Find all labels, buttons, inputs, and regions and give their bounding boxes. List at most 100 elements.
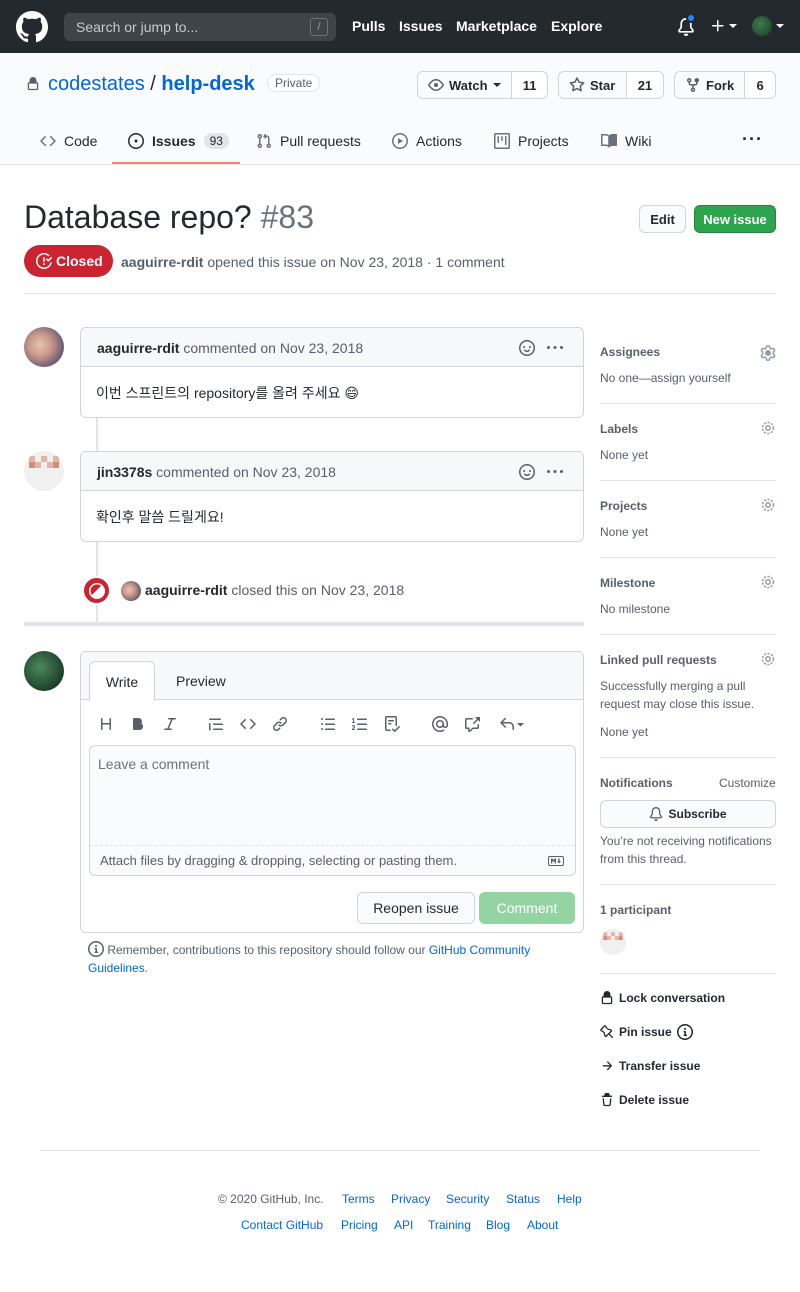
- issue-title-text: Database repo?: [24, 199, 252, 235]
- smiley-icon[interactable]: [519, 464, 535, 480]
- comment-submit-button[interactable]: Comment: [479, 892, 575, 924]
- footer-link-about[interactable]: About: [527, 1218, 558, 1232]
- reply-icon[interactable]: [497, 714, 527, 734]
- issue-author-link[interactable]: aaguirre-rdit: [121, 254, 203, 270]
- tasklist-icon[interactable]: [381, 714, 403, 734]
- tab-label: Pull requests: [280, 133, 361, 149]
- reopen-issue-button[interactable]: Reopen issue: [357, 892, 475, 924]
- fork-count[interactable]: 6: [744, 72, 775, 98]
- nav-issues[interactable]: Issues: [399, 18, 443, 34]
- edit-button[interactable]: Edit: [639, 205, 686, 233]
- search-box[interactable]: /: [64, 13, 336, 41]
- footer-link-api[interactable]: API: [394, 1218, 413, 1232]
- watch-button[interactable]: Watch: [418, 72, 511, 98]
- avatar[interactable]: [24, 327, 64, 367]
- code-icon[interactable]: [237, 714, 259, 734]
- tab-issues[interactable]: Issues 93: [128, 131, 229, 151]
- github-logo-icon[interactable]: [16, 11, 48, 43]
- delete-issue-link[interactable]: Delete issue: [600, 1092, 689, 1108]
- footer-link-help[interactable]: Help: [557, 1192, 582, 1206]
- issue-title: Database repo? #83: [24, 199, 314, 236]
- notifications-bell-icon[interactable]: [677, 13, 696, 36]
- new-issue-button[interactable]: New issue: [694, 205, 776, 233]
- avatar[interactable]: [24, 451, 64, 491]
- repo-name-link[interactable]: help-desk: [161, 73, 254, 95]
- kebab-horizontal-icon[interactable]: [546, 340, 564, 356]
- footer-link-status[interactable]: Status: [506, 1192, 540, 1206]
- tab-write[interactable]: Write: [89, 661, 155, 701]
- visibility-label: Private: [267, 74, 321, 92]
- lock-icon: [26, 76, 40, 92]
- labels-heading[interactable]: Labels: [600, 422, 638, 436]
- lock-conversation-link[interactable]: Lock conversation: [600, 990, 725, 1006]
- transfer-issue-link[interactable]: Transfer issue: [600, 1058, 700, 1074]
- footer-link-security[interactable]: Security: [446, 1192, 489, 1206]
- attach-files-hint[interactable]: Attach files by dragging & dropping, sel…: [100, 853, 457, 868]
- gear-icon[interactable]: [760, 497, 776, 513]
- issue-opened-icon: [128, 133, 144, 149]
- comment-action: commented on Nov 23, 2018: [156, 464, 336, 480]
- customize-link[interactable]: Customize: [719, 776, 776, 790]
- footer-link-training[interactable]: Training: [428, 1218, 471, 1232]
- create-new-dropdown[interactable]: [710, 18, 737, 34]
- star-count[interactable]: 21: [625, 72, 663, 98]
- identicon: [603, 932, 623, 941]
- subscribe-button[interactable]: Subscribe: [600, 800, 776, 828]
- pin-issue-link[interactable]: Pin issue: [600, 1024, 693, 1040]
- comment: jin3378s commented on Nov 23, 2018 확인후 말…: [80, 451, 584, 542]
- header-text-icon[interactable]: [95, 714, 117, 734]
- bold-icon[interactable]: [127, 714, 149, 734]
- smiley-icon[interactable]: [519, 340, 535, 356]
- gear-icon[interactable]: [760, 651, 776, 667]
- comment-author-link[interactable]: aaguirre-rdit: [97, 340, 179, 356]
- footer-link-pricing[interactable]: Pricing: [341, 1218, 378, 1232]
- cross-reference-icon[interactable]: [461, 714, 483, 734]
- event-author-link[interactable]: aaguirre-rdit: [145, 582, 227, 598]
- footer-link-blog[interactable]: Blog: [486, 1218, 510, 1232]
- gear-icon[interactable]: [760, 420, 776, 436]
- user-menu[interactable]: [752, 16, 784, 36]
- linked-prs-heading[interactable]: Linked pull requests: [600, 653, 717, 667]
- projects-heading[interactable]: Projects: [600, 499, 647, 513]
- search-input[interactable]: [64, 13, 336, 41]
- assignees-heading[interactable]: Assignees: [600, 345, 660, 359]
- tab-projects[interactable]: Projects: [494, 131, 569, 151]
- linked-prs-description: Successfully merging a pull request may …: [600, 679, 755, 711]
- repo-owner-link[interactable]: codestates: [48, 73, 145, 95]
- labels-value: None yet: [600, 448, 649, 462]
- comment-author-link[interactable]: jin3378s: [97, 464, 152, 480]
- nav-marketplace[interactable]: Marketplace: [456, 18, 537, 34]
- info-icon[interactable]: [676, 1024, 693, 1040]
- tab-wiki[interactable]: Wiki: [601, 131, 651, 151]
- mention-icon[interactable]: [429, 714, 451, 734]
- pull-request-icon: [257, 133, 272, 149]
- comment-textarea[interactable]: [90, 746, 575, 846]
- tab-preview[interactable]: Preview: [176, 673, 226, 689]
- tab-actions[interactable]: Actions: [392, 131, 462, 151]
- ordered-list-icon[interactable]: [349, 714, 371, 734]
- nav-pulls[interactable]: Pulls: [352, 18, 385, 34]
- tab-pull-requests[interactable]: Pull requests: [256, 131, 361, 151]
- nav-explore[interactable]: Explore: [551, 18, 602, 34]
- assignees-value[interactable]: No one—assign yourself: [600, 369, 731, 387]
- participant-avatar[interactable]: [600, 929, 626, 955]
- footer-link-privacy[interactable]: Privacy: [391, 1192, 430, 1206]
- star-button[interactable]: Star: [559, 72, 626, 98]
- kebab-horizontal-icon[interactable]: [546, 464, 564, 480]
- unread-dot: [686, 13, 696, 23]
- tab-code[interactable]: Code: [40, 131, 97, 151]
- gear-icon[interactable]: [760, 574, 776, 590]
- fork-button[interactable]: Fork: [675, 72, 744, 98]
- watch-count[interactable]: 11: [511, 72, 547, 98]
- quote-icon[interactable]: [205, 714, 227, 734]
- avatar[interactable]: [121, 581, 141, 601]
- milestone-heading[interactable]: Milestone: [600, 576, 655, 590]
- footer-link-contact[interactable]: Contact GitHub: [241, 1218, 323, 1232]
- more-tabs-kebab-icon[interactable]: ···: [742, 129, 763, 150]
- gear-icon[interactable]: [760, 345, 776, 361]
- link-icon[interactable]: [269, 714, 291, 734]
- unordered-list-icon[interactable]: [317, 714, 339, 734]
- italic-icon[interactable]: [159, 714, 181, 734]
- footer-link-terms[interactable]: Terms: [342, 1192, 375, 1206]
- comment-header: jin3378s commented on Nov 23, 2018: [81, 452, 583, 491]
